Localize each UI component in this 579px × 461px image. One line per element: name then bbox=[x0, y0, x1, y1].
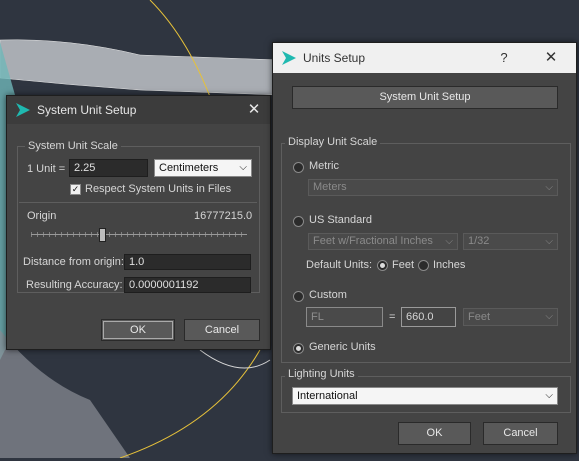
feet-label: Feet bbox=[392, 259, 415, 271]
respect-units-label: Respect System Units in Files bbox=[85, 183, 232, 195]
cancel-button[interactable]: Cancel bbox=[483, 422, 558, 445]
dialog-title: System Unit Setup bbox=[37, 103, 137, 117]
app-logo-icon bbox=[16, 103, 30, 117]
metric-value: Meters bbox=[313, 181, 347, 193]
close-icon[interactable]: ✕ bbox=[244, 100, 264, 120]
slider-handle[interactable] bbox=[99, 228, 106, 242]
close-icon[interactable]: ✕ bbox=[541, 48, 561, 68]
dialog-title: Units Setup bbox=[303, 51, 366, 65]
distance-label: Distance from origin: bbox=[23, 256, 124, 268]
unit-value-field[interactable]: 2.25 bbox=[69, 159, 148, 177]
distance-field[interactable]: 1.0 bbox=[124, 254, 251, 270]
inches-label: Inches bbox=[433, 259, 466, 271]
custom-unit-value: Feet bbox=[468, 311, 491, 323]
slider-ticks bbox=[31, 232, 247, 237]
fraction-dropdown[interactable]: 1/32 ⌵ bbox=[463, 233, 558, 250]
accuracy-label: Resulting Accuracy: bbox=[26, 279, 123, 291]
app-logo-icon bbox=[282, 51, 296, 65]
display-unit-scale-group bbox=[281, 143, 571, 363]
custom-label: Custom bbox=[309, 289, 347, 301]
group-label: Display Unit Scale bbox=[285, 136, 381, 148]
origin-label: Origin bbox=[27, 210, 57, 222]
chevron-down-icon: ⌵ bbox=[545, 236, 553, 247]
units-setup-dialog: Units Setup ? ✕ System Unit Setup Displa… bbox=[272, 42, 577, 454]
metric-label: Metric bbox=[309, 160, 339, 172]
origin-value: 16777215.0 bbox=[194, 210, 253, 222]
respect-units-checkbox[interactable]: ✓ bbox=[70, 184, 81, 195]
lighting-units-value: International bbox=[297, 390, 358, 402]
equals-label: = bbox=[389, 311, 396, 323]
unit-type-value: Centimeters bbox=[159, 162, 219, 174]
chevron-down-icon: ⌵ bbox=[545, 311, 553, 322]
ok-button[interactable]: OK bbox=[398, 422, 471, 445]
metric-radio[interactable] bbox=[293, 162, 304, 173]
custom-radio[interactable] bbox=[293, 291, 304, 302]
ok-button[interactable]: OK bbox=[101, 319, 175, 341]
custom-name-field[interactable]: FL bbox=[306, 307, 383, 327]
feet-radio[interactable] bbox=[377, 260, 388, 271]
chevron-down-icon: ⌵ bbox=[445, 236, 453, 247]
divider bbox=[19, 202, 257, 203]
system-unit-setup-button[interactable]: System Unit Setup bbox=[292, 86, 558, 109]
chevron-down-icon: ⌵ bbox=[239, 162, 247, 173]
fraction-value: 1/32 bbox=[468, 235, 490, 247]
dialog-titlebar[interactable]: Units Setup ? ✕ bbox=[273, 43, 576, 73]
generic-units-radio[interactable] bbox=[293, 343, 304, 354]
inches-radio[interactable] bbox=[418, 260, 429, 271]
default-units-label: Default Units: bbox=[306, 259, 373, 271]
metric-dropdown[interactable]: Meters ⌵ bbox=[308, 179, 558, 196]
unit-label: 1 Unit = bbox=[27, 163, 66, 175]
accuracy-field: 0.0000001192 bbox=[124, 277, 251, 293]
group-label: System Unit Scale bbox=[25, 140, 121, 152]
unit-type-dropdown[interactable]: Centimeters ⌵ bbox=[154, 159, 252, 177]
chevron-down-icon: ⌵ bbox=[545, 182, 553, 193]
dialog-titlebar[interactable]: System Unit Setup ✕ bbox=[7, 96, 270, 124]
us-standard-label: US Standard bbox=[309, 214, 372, 226]
origin-slider[interactable] bbox=[31, 226, 247, 242]
group-label: Lighting Units bbox=[285, 368, 358, 380]
us-standard-radio[interactable] bbox=[293, 216, 304, 227]
us-standard-dropdown[interactable]: Feet w/Fractional Inches ⌵ bbox=[308, 233, 458, 250]
lighting-units-dropdown[interactable]: International ⌵ bbox=[292, 387, 558, 405]
us-standard-value: Feet w/Fractional Inches bbox=[313, 235, 433, 247]
generic-units-label: Generic Units bbox=[309, 341, 376, 353]
system-unit-setup-dialog: System Unit Setup ✕ System Unit Scale 1 … bbox=[6, 95, 271, 350]
chevron-down-icon: ⌵ bbox=[545, 390, 553, 401]
cancel-button[interactable]: Cancel bbox=[184, 319, 260, 341]
custom-unit-dropdown[interactable]: Feet ⌵ bbox=[463, 308, 558, 326]
help-icon[interactable]: ? bbox=[494, 48, 514, 68]
custom-value-field[interactable]: 660.0 bbox=[401, 307, 456, 327]
